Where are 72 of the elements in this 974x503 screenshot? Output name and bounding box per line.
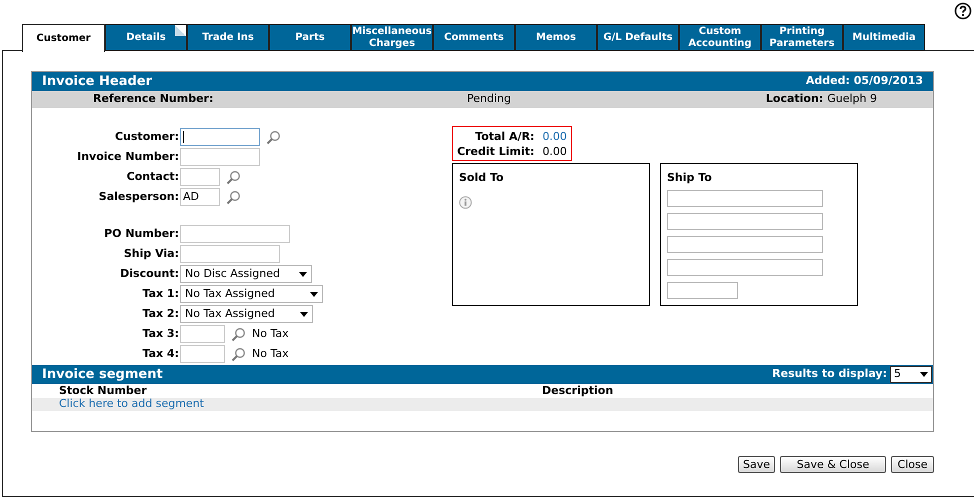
tab[interactable]: Customer	[22, 24, 105, 52]
tab[interactable]: G/L Defaults	[597, 24, 679, 51]
panel-title: Sold To	[459, 170, 505, 186]
field-label: PO Number:	[103, 226, 180, 242]
action-button[interactable]: Close	[891, 456, 934, 473]
note-text: No Tax	[252, 346, 289, 362]
dropdown[interactable]: No Tax Assigned	[180, 285, 323, 303]
search-icon[interactable]	[231, 326, 246, 342]
section-title: Invoice segment	[42, 366, 163, 384]
input-field[interactable]	[180, 128, 260, 146]
caret-icon	[300, 312, 308, 316]
tab[interactable]: Multimedia	[843, 24, 925, 51]
tab[interactable]: Printing Parameters	[761, 24, 843, 51]
field-label: Reference Number:	[93, 91, 214, 108]
added-date: Added: 05/09/2013	[806, 73, 923, 90]
input-field[interactable]	[667, 190, 823, 206]
search-icon[interactable]	[231, 346, 246, 362]
total-ar-value: 0.00	[542, 128, 568, 144]
tab[interactable]: Memos	[515, 24, 597, 51]
note-text: No Tax	[252, 326, 289, 342]
caret-icon	[299, 272, 307, 276]
info-icon[interactable]	[459, 196, 472, 208]
section-title: Invoice Header	[42, 72, 152, 91]
input-field[interactable]	[180, 148, 260, 166]
field-label: Tax 2:	[142, 306, 180, 322]
input-field[interactable]	[180, 345, 225, 363]
field-label: Discount:	[119, 266, 180, 282]
action-button[interactable]: Save & Close	[780, 456, 886, 473]
input-field[interactable]	[667, 282, 738, 298]
help-icon[interactable]	[954, 2, 972, 20]
field-label: Ship Via:	[122, 246, 180, 262]
input-field[interactable]	[667, 212, 823, 230]
field-label: Contact:	[126, 168, 180, 185]
status-text: Pending	[467, 91, 511, 108]
caret-icon	[920, 372, 928, 377]
search-icon[interactable]	[226, 190, 241, 204]
field-label: Invoice Number:	[76, 148, 180, 165]
field-label: Tax 3:	[142, 326, 180, 342]
dropdown[interactable]: No Disc Assigned	[180, 265, 312, 283]
caret-icon	[310, 292, 318, 296]
input-field[interactable]: AD	[180, 188, 220, 206]
field-label: Location:	[766, 91, 824, 108]
tab[interactable]: Miscellaneous Charges	[351, 24, 433, 51]
results-select[interactable]: 5	[890, 366, 932, 383]
tab[interactable]: Trade Ins	[187, 24, 269, 51]
input-field[interactable]	[180, 245, 280, 263]
input-field[interactable]	[180, 325, 225, 343]
input-field[interactable]	[667, 258, 823, 276]
panel-title: Ship To	[667, 170, 713, 186]
field-label: Customer:	[114, 128, 180, 145]
field-label: Results to display:	[772, 366, 887, 382]
add-segment-link[interactable]: Click here to add segment	[59, 396, 204, 413]
input-field[interactable]	[180, 225, 290, 243]
credit-limit-value: 0.00	[542, 144, 568, 158]
tab[interactable]: Details	[105, 24, 187, 51]
tab[interactable]: Comments	[433, 24, 515, 51]
field-label: Total A/R:	[474, 128, 534, 144]
column-header: Stock Number	[59, 382, 148, 398]
field-label: Salesperson:	[98, 188, 180, 205]
field-label: Tax 1:	[142, 286, 180, 302]
input-field[interactable]	[180, 168, 220, 186]
field-label: Credit Limit:	[456, 144, 534, 158]
tab[interactable]: Custom Accounting	[679, 24, 761, 51]
column-header: Description	[542, 382, 614, 399]
tab[interactable]: Parts	[269, 24, 351, 51]
search-icon[interactable]	[266, 130, 281, 144]
action-button[interactable]: Save	[738, 456, 775, 473]
field-label: Tax 4:	[142, 346, 180, 362]
search-icon[interactable]	[226, 170, 241, 184]
input-field[interactable]	[667, 236, 823, 252]
location-value: Guelph 9	[827, 91, 877, 108]
dropdown[interactable]: No Tax Assigned	[180, 305, 313, 323]
